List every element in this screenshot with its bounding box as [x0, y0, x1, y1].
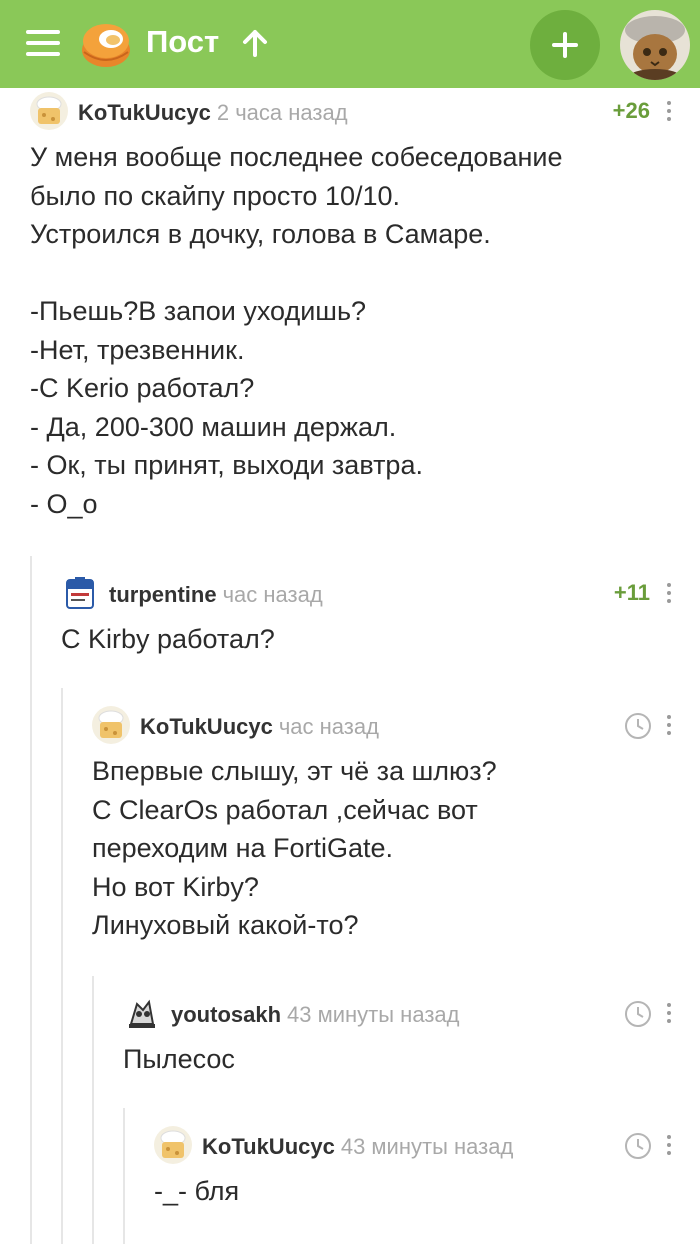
page-title: Пост: [146, 24, 220, 59]
more-options-icon[interactable]: [664, 98, 674, 124]
top-bar: Пост: [0, 0, 700, 88]
comment-author[interactable]: youtosakh 43 минуты назад: [171, 1002, 459, 1028]
comment-text: С Kirby работал?: [61, 624, 275, 654]
thread-line[interactable]: [92, 976, 94, 1244]
avatar[interactable]: [123, 994, 161, 1032]
pikabu-logo[interactable]: [78, 16, 134, 72]
comment-time[interactable]: час назад: [223, 582, 323, 607]
arrow-up-icon[interactable]: [242, 28, 268, 58]
comment-author[interactable]: KoTukUucyc час назад: [140, 714, 379, 740]
thread-line[interactable]: [123, 1108, 125, 1244]
comment-time[interactable]: 2 часа назад: [217, 100, 348, 125]
comment-text: -_- бля: [154, 1176, 240, 1206]
avatar[interactable]: [30, 92, 68, 130]
clock-icon[interactable]: [624, 1132, 652, 1160]
comment-rating[interactable]: +11: [614, 580, 650, 606]
thread-line[interactable]: [30, 556, 32, 1244]
username[interactable]: KoTukUucyc: [202, 1134, 335, 1159]
comment-rating[interactable]: +26: [613, 98, 650, 124]
comment-author[interactable]: turpentine час назад: [109, 582, 323, 608]
user-avatar[interactable]: [620, 10, 690, 80]
comment-time[interactable]: час назад: [279, 714, 379, 739]
comment: turpentine час назад +11 С Kirby работал?: [61, 574, 682, 659]
comment: KoTukUucyc 2 часа назад +26 У меня вообще…: [30, 92, 682, 523]
more-options-icon[interactable]: [664, 1000, 674, 1026]
username[interactable]: youtosakh: [171, 1002, 281, 1027]
menu-icon[interactable]: [26, 30, 60, 56]
avatar[interactable]: [61, 574, 99, 612]
comment-text: Впервые слышу, эт чё за шлюз? С ClearOs …: [92, 756, 497, 940]
username[interactable]: turpentine: [109, 582, 217, 607]
thread-line[interactable]: [61, 688, 63, 1244]
avatar[interactable]: [92, 706, 130, 744]
comment-time[interactable]: 43 минуты назад: [341, 1134, 513, 1159]
more-options-icon[interactable]: [664, 580, 674, 606]
comment-author[interactable]: KoTukUucyc 43 минуты назад: [202, 1134, 513, 1160]
comment-text: Пылесос: [123, 1044, 235, 1074]
username[interactable]: KoTukUucyc: [78, 100, 211, 125]
comment-text: У меня вообще последнее собеседование бы…: [30, 142, 563, 519]
username[interactable]: KoTukUucyc: [140, 714, 273, 739]
comment: youtosakh 43 минуты назад Пылесос: [123, 994, 682, 1079]
add-post-button[interactable]: [530, 10, 600, 80]
comment-time[interactable]: 43 минуты назад: [287, 1002, 459, 1027]
comment: KoTukUucyc 43 минуты назад -_- бля: [154, 1126, 682, 1211]
avatar[interactable]: [154, 1126, 192, 1164]
clock-icon[interactable]: [624, 1000, 652, 1028]
more-options-icon[interactable]: [664, 1132, 674, 1158]
comment-author[interactable]: KoTukUucyc 2 часа назад: [78, 100, 348, 126]
clock-icon[interactable]: [624, 712, 652, 740]
comment: KoTukUucyc час назад Впервые слышу, эт чё…: [92, 706, 682, 945]
more-options-icon[interactable]: [664, 712, 674, 738]
